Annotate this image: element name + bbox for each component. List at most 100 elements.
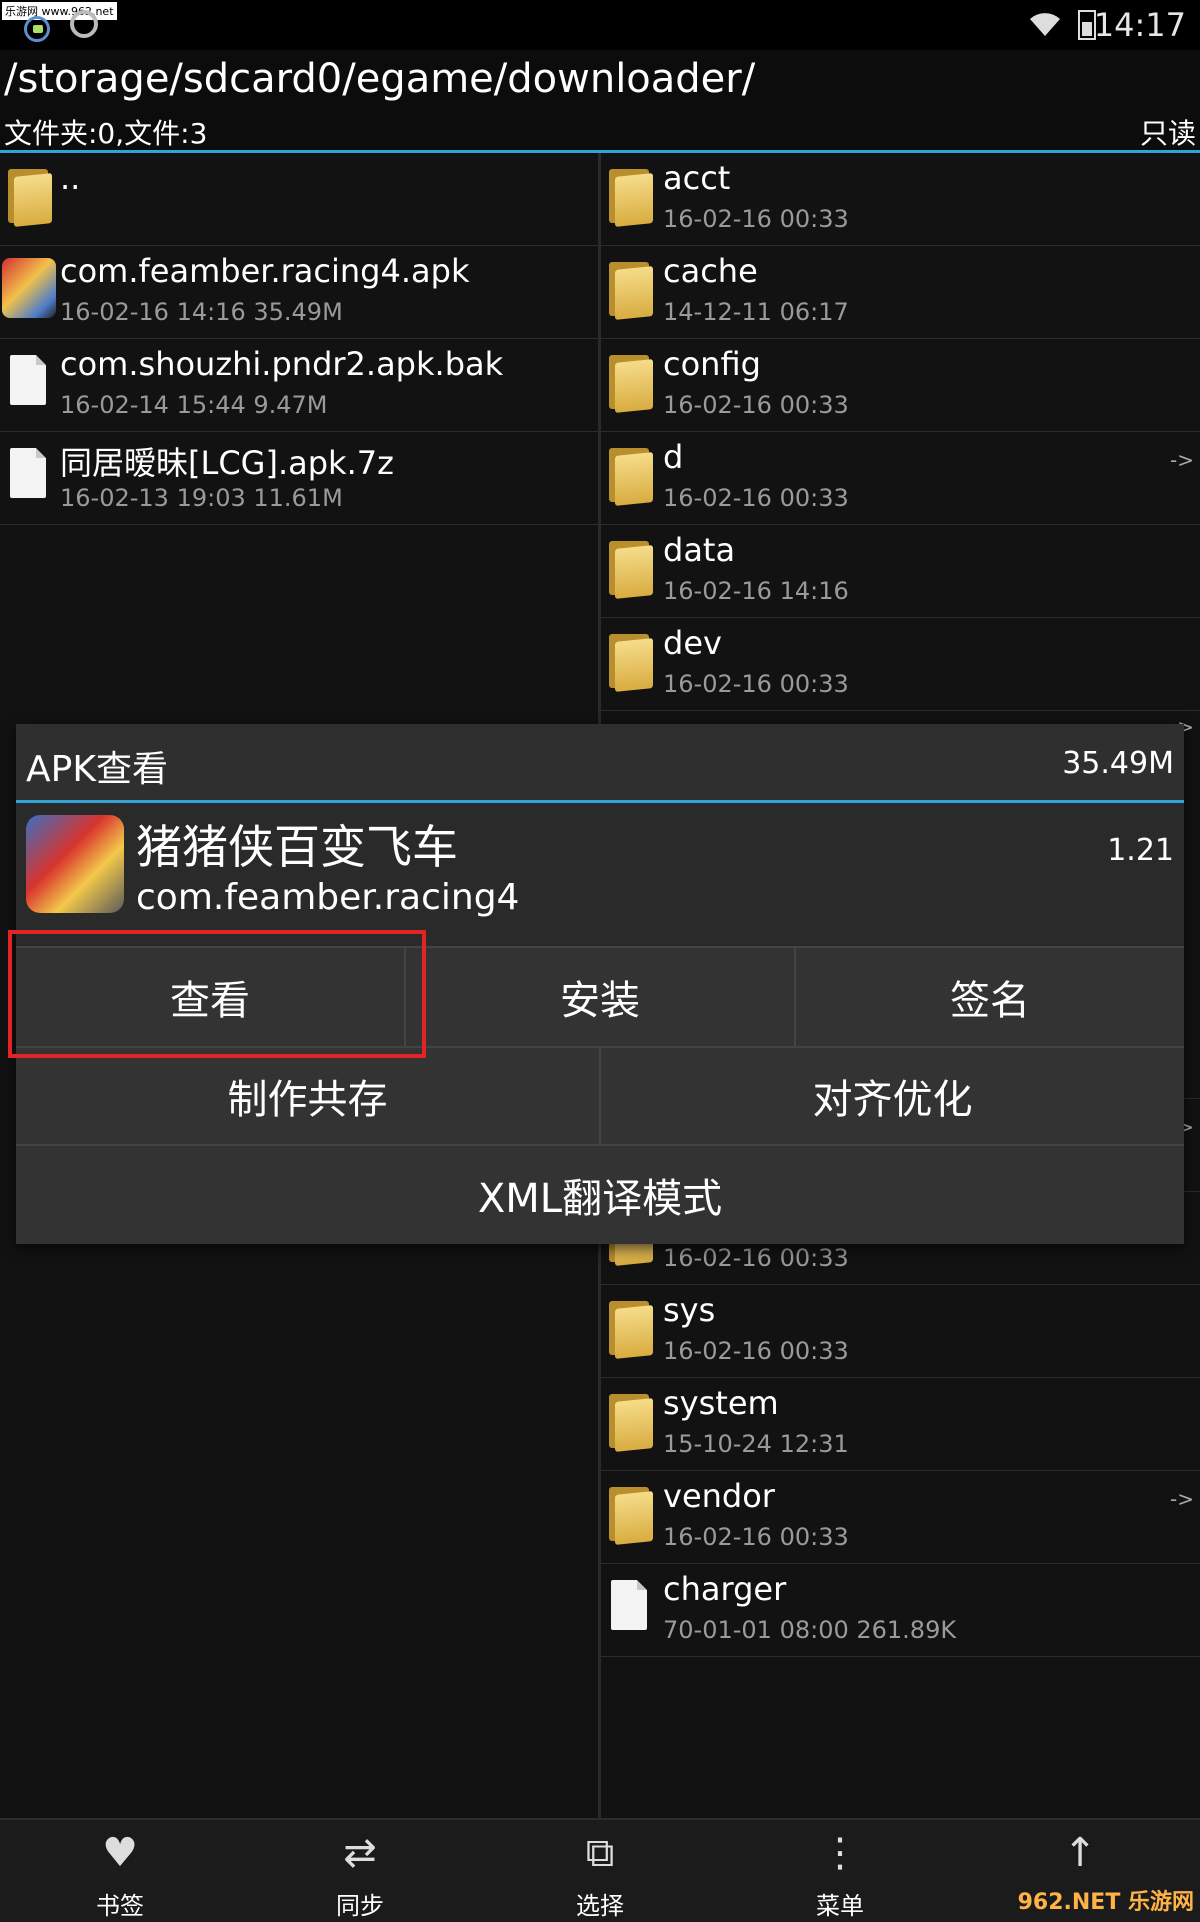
- file-list-item[interactable]: cache 14-12-11 06:17: [601, 246, 1200, 339]
- file-name: d: [663, 438, 684, 476]
- file-meta: 16-02-16 00:33: [663, 205, 849, 233]
- sync-arrows-icon: ⇄: [343, 1830, 377, 1876]
- select-label: 选择: [576, 1892, 624, 1920]
- chat-notification-icon: [24, 16, 50, 42]
- file-meta: 15-10-24 12:31: [663, 1430, 849, 1458]
- up-button[interactable]: ↑ 962.NET 乐游网: [960, 1820, 1200, 1922]
- file-name: config: [663, 345, 761, 383]
- dialog-button-row-3: XML翻译模式: [16, 1144, 1184, 1244]
- status-bar: 乐游网 www.962.net 14:17: [0, 0, 1200, 50]
- file-name: system: [663, 1384, 779, 1422]
- file-meta: 16-02-16 14:16: [663, 577, 849, 605]
- menu-button[interactable]: ⋮ 菜单: [720, 1820, 960, 1922]
- file-meta: 16-02-16 00:33: [663, 391, 849, 419]
- file-name: data: [663, 531, 736, 569]
- folder-icon: [609, 1301, 653, 1359]
- folder-icon: [609, 262, 653, 320]
- app-version: 1.21: [1107, 833, 1174, 868]
- multi-select-icon: ⧉: [585, 1830, 615, 1876]
- menu-label: 菜单: [816, 1892, 864, 1920]
- file-name: dev: [663, 624, 722, 662]
- select-button[interactable]: ⧉ 选择: [480, 1820, 720, 1922]
- folder-icon: [609, 1394, 653, 1452]
- file-icon: [10, 448, 46, 498]
- folder-icon: [609, 1487, 653, 1545]
- file-name: com.shouzhi.pndr2.apk.bak: [60, 345, 504, 383]
- xml-translate-button[interactable]: XML翻译模式: [16, 1146, 1184, 1244]
- clock: 14:17: [1093, 6, 1186, 44]
- file-list-item[interactable]: com.feamber.racing4.apk 16-02-16 14:16 35…: [0, 246, 598, 339]
- file-list-item[interactable]: acct 16-02-16 00:33: [601, 153, 1200, 246]
- folder-icon: [609, 169, 653, 227]
- file-name: vendor: [663, 1477, 775, 1515]
- clone-app-button[interactable]: 制作共存: [16, 1048, 601, 1144]
- file-meta: 16-02-16 00:33: [663, 670, 849, 698]
- app-name: 猪猪侠百变飞车: [136, 820, 458, 874]
- file-meta: 16-02-16 14:16 35.49M: [60, 298, 343, 326]
- file-meta: 16-02-16 00:33: [663, 1523, 849, 1551]
- file-list-item[interactable]: config 16-02-16 00:33: [601, 339, 1200, 432]
- file-list-item[interactable]: 同居暧昧[LCG].apk.7z 16-02-13 19:03 11.61M: [0, 432, 598, 525]
- zipalign-button[interactable]: 对齐优化: [601, 1048, 1184, 1144]
- folder-file-count: 文件夹:0,文件:3: [4, 117, 208, 150]
- app-info: 猪猪侠百变飞车 com.feamber.racing4 1.21: [16, 803, 1184, 946]
- dialog-button-row-2: 制作共存 对齐优化: [16, 1046, 1184, 1144]
- file-list-item[interactable]: data 16-02-16 14:16: [601, 525, 1200, 618]
- install-button[interactable]: 安装: [406, 948, 796, 1046]
- folder-icon: [8, 169, 52, 227]
- bottom-toolbar: ♥ 书签 ⇄ 同步 ⧉ 选择 ⋮ 菜单 ↑ 962.NET 乐游网: [0, 1818, 1200, 1922]
- file-list-item[interactable]: dev 16-02-16 00:33: [601, 618, 1200, 711]
- site-logo: 962.NET 乐游网: [1017, 1890, 1194, 1915]
- file-name: charger: [663, 1570, 787, 1608]
- symlink-indicator: ->: [1170, 1487, 1194, 1511]
- file-name: cache: [663, 252, 758, 290]
- file-meta: 14-12-11 06:17: [663, 298, 849, 326]
- menu-dots-icon: ⋮: [820, 1830, 860, 1876]
- file-meta: 16-02-14 15:44 9.47M: [60, 391, 328, 419]
- file-name: com.feamber.racing4.apk: [60, 252, 470, 290]
- bookmarks-label: 书签: [96, 1892, 144, 1920]
- file-name: 同居暧昧[LCG].apk.7z: [60, 444, 394, 482]
- file-name: ..: [60, 159, 81, 197]
- mount-mode-toggle[interactable]: 只读: [1140, 112, 1196, 152]
- path-header: /storage/sdcard0/egame/downloader/ 文件夹:0…: [0, 50, 1200, 150]
- symlink-indicator: ->: [1170, 448, 1194, 472]
- dialog-title: APK查看: [26, 749, 168, 790]
- wifi-icon: [1030, 13, 1060, 36]
- app-icon: [26, 815, 124, 913]
- apk-app-icon: [2, 258, 56, 318]
- dialog-header: APK查看 35.49M: [16, 724, 1184, 800]
- file-meta: 16-02-16 00:33: [663, 1337, 849, 1365]
- package-name: com.feamber.racing4: [136, 877, 520, 918]
- folder-icon: [609, 355, 653, 413]
- watermark: 乐游网 www.962.net: [2, 2, 117, 20]
- sign-button[interactable]: 签名: [796, 948, 1184, 1046]
- file-list-item[interactable]: vendor 16-02-16 00:33 ->: [601, 1471, 1200, 1564]
- folder-icon: [609, 448, 653, 506]
- file-list-item[interactable]: d 16-02-16 00:33 ->: [601, 432, 1200, 525]
- file-list-item[interactable]: system 15-10-24 12:31: [601, 1378, 1200, 1471]
- current-path[interactable]: /storage/sdcard0/egame/downloader/: [4, 56, 755, 102]
- highlight-box: [8, 930, 426, 1058]
- bookmarks-button[interactable]: ♥ 书签: [0, 1820, 240, 1922]
- heart-icon: ♥: [102, 1830, 138, 1876]
- folder-icon: [609, 541, 653, 599]
- settings-notification-icon: [70, 10, 98, 38]
- file-icon: [611, 1580, 647, 1630]
- file-meta: 16-02-16 00:33: [663, 484, 849, 512]
- sync-label: 同步: [336, 1892, 384, 1920]
- file-meta: 70-01-01 08:00 261.89K: [663, 1616, 957, 1644]
- sync-button[interactable]: ⇄ 同步: [240, 1820, 480, 1922]
- file-list-item[interactable]: charger 70-01-01 08:00 261.89K: [601, 1564, 1200, 1657]
- file-list-item[interactable]: com.shouzhi.pndr2.apk.bak 16-02-14 15:44 …: [0, 339, 598, 432]
- apk-size: 35.49M: [1062, 746, 1174, 781]
- file-name: acct: [663, 159, 731, 197]
- folder-icon: [609, 634, 653, 692]
- up-arrow-icon: ↑: [1063, 1830, 1097, 1876]
- file-list-item[interactable]: ..: [0, 153, 598, 246]
- file-name: sys: [663, 1291, 716, 1329]
- file-meta: 16-02-13 19:03 11.61M: [60, 484, 343, 512]
- file-meta: 16-02-16 00:33: [663, 1244, 849, 1272]
- file-list-item[interactable]: sys 16-02-16 00:33: [601, 1285, 1200, 1378]
- file-icon: [10, 355, 46, 405]
